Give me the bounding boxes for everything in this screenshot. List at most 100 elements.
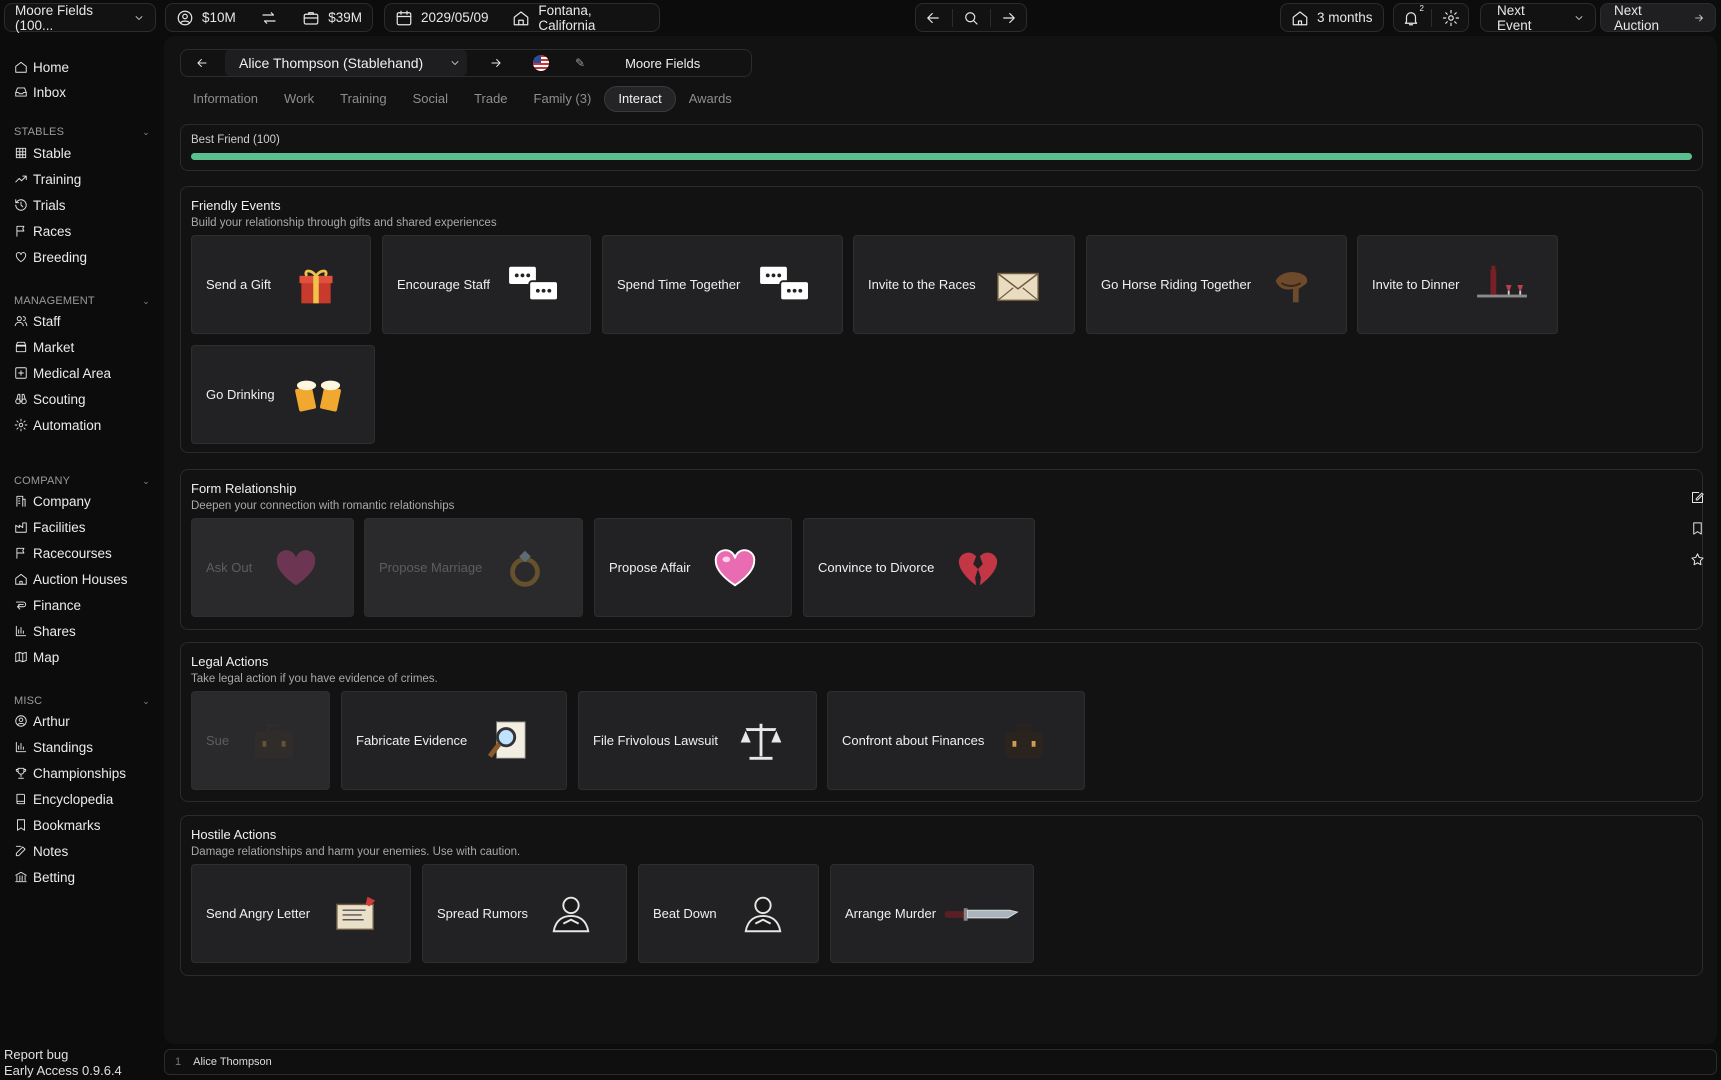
action-convince-to-divorce[interactable]: Convince to Divorce (803, 518, 1035, 617)
section-company[interactable]: COMPANY ⌄ (14, 474, 150, 488)
flag-icon (14, 224, 28, 238)
search-icon[interactable] (962, 9, 980, 27)
sidebar-item-races[interactable]: Races (14, 220, 71, 242)
edit-pencil-icon[interactable]: ✎ (575, 56, 585, 70)
tab-awards[interactable]: Awards (676, 86, 745, 112)
action-beat-down[interactable]: Beat Down (638, 864, 819, 963)
section-management[interactable]: MANAGEMENT ⌄ (14, 294, 150, 308)
sidebar-item-stable[interactable]: Stable (14, 142, 71, 164)
section-misc[interactable]: MISC ⌄ (14, 694, 150, 708)
transfer-icon (260, 9, 278, 27)
action-arrange-murder[interactable]: Arrange Murder (830, 864, 1034, 963)
edit-icon[interactable] (1690, 490, 1705, 505)
time-horizon-button[interactable]: 3 months (1280, 3, 1384, 32)
sidebar-item-map[interactable]: Map (14, 646, 59, 668)
back-arrow-icon[interactable] (195, 56, 209, 70)
sidebar-item-label: Medical Area (33, 365, 112, 381)
action-propose-affair[interactable]: Propose Affair (594, 518, 792, 617)
forward-arrow-icon[interactable] (489, 56, 503, 70)
next-event-button[interactable]: Next Event (1480, 3, 1596, 33)
action-fabricate-evidence[interactable]: Fabricate Evidence (341, 691, 567, 790)
action-label: Confront about Finances (842, 733, 985, 748)
gear-icon[interactable] (1442, 9, 1460, 27)
tab-family[interactable]: Family (3) (521, 86, 605, 112)
heart-icon (711, 544, 759, 592)
action-confront-about-finances[interactable]: Confront about Finances (827, 691, 1085, 790)
knife-icon (939, 890, 1023, 938)
sidebar-item-bookmarks[interactable]: Bookmarks (14, 814, 101, 836)
sidebar-item-breeding[interactable]: Breeding (14, 246, 87, 268)
sidebar-item-market[interactable]: Market (14, 336, 74, 358)
tab-social[interactable]: Social (400, 86, 461, 112)
company-selector[interactable]: Moore Fields (100... (4, 3, 156, 33)
sidebar-item-standings[interactable]: Standings (14, 736, 93, 758)
action-go-drinking[interactable]: Go Drinking (191, 345, 375, 444)
tab-work[interactable]: Work (271, 86, 327, 112)
tab-training[interactable]: Training (327, 86, 399, 112)
person-selector[interactable]: Alice Thompson (Stablehand) (225, 50, 467, 76)
legal-actions-card: Legal Actions Take legal action if you h… (180, 642, 1703, 802)
sidebar-item-inbox[interactable]: Inbox (14, 81, 66, 103)
sidebar-item-scouting[interactable]: Scouting (14, 388, 86, 410)
sidebar-item-notes[interactable]: Notes (14, 840, 68, 862)
sidebar-item-label: Encyclopedia (33, 791, 114, 807)
trend-up-icon (14, 172, 28, 186)
sidebar-item-label: Bookmarks (33, 817, 101, 833)
action-propose-marriage[interactable]: Propose Marriage (364, 518, 583, 617)
sidebar-item-finance[interactable]: Finance (14, 594, 81, 616)
sidebar-item-encyclopedia[interactable]: Encyclopedia (14, 788, 113, 810)
action-go-horse-riding-together[interactable]: Go Horse Riding Together (1086, 235, 1347, 334)
next-auction-button[interactable]: Next Auction (1600, 3, 1716, 33)
finance-summary[interactable]: $10M $39M (165, 3, 373, 32)
action-invite-to-the-races[interactable]: Invite to the Races (853, 235, 1075, 334)
action-invite-to-dinner[interactable]: Invite to Dinner (1357, 235, 1558, 334)
sidebar-item-company[interactable]: Company (14, 490, 91, 512)
sidebar-item-betting[interactable]: Betting (14, 866, 75, 888)
briefcase-icon (250, 717, 298, 765)
bell-icon[interactable]: 2 (1402, 4, 1424, 27)
bookmark-icon[interactable] (1690, 521, 1705, 536)
navigation-controls (915, 3, 1027, 32)
sidebar-item-label: Company (33, 493, 91, 509)
sidebar-item-facilities[interactable]: Facilities (14, 516, 86, 538)
action-spend-time-together[interactable]: Spend Time Together (602, 235, 843, 334)
action-sue[interactable]: Sue (191, 691, 330, 790)
person-silhouette-icon (739, 890, 787, 938)
action-spread-rumors[interactable]: Spread Rumors (422, 864, 627, 963)
sidebar-item-medical-area[interactable]: Medical Area (14, 362, 111, 384)
sidebar-item-trials[interactable]: Trials (14, 194, 66, 216)
sidebar-item-auction-houses[interactable]: Auction Houses (14, 568, 128, 590)
back-arrow-icon[interactable] (924, 9, 942, 27)
action-send-angry-letter[interactable]: Send Angry Letter (191, 864, 411, 963)
tab-information[interactable]: Information (180, 86, 271, 112)
sidebar-item-shares[interactable]: Shares (14, 620, 76, 642)
tab-trade[interactable]: Trade (461, 86, 520, 112)
employer-name[interactable]: Moore Fields (625, 56, 700, 71)
home-icon (14, 572, 28, 586)
action-file-frivolous-lawsuit[interactable]: File Frivolous Lawsuit (578, 691, 817, 790)
section-stables[interactable]: STABLES ⌄ (14, 125, 150, 139)
history-entry[interactable]: Alice Thompson (193, 1056, 272, 1068)
action-send-a-gift[interactable]: Send a Gift (191, 235, 371, 334)
sidebar-item-automation[interactable]: Automation (14, 414, 101, 436)
date-location[interactable]: 2029/05/09 Fontana, California (384, 3, 660, 33)
sidebar-item-training[interactable]: Training (14, 168, 81, 190)
right-rail (1686, 486, 1708, 592)
sidebar-item-championships[interactable]: Championships (14, 762, 126, 784)
forward-arrow-icon[interactable] (1000, 9, 1018, 27)
action-label: Propose Affair (609, 560, 691, 575)
sidebar-item-arthur[interactable]: Arthur (14, 710, 70, 732)
tab-interact[interactable]: Interact (604, 86, 676, 112)
action-ask-out[interactable]: Ask Out (191, 518, 354, 617)
action-label: Invite to the Races (868, 277, 976, 292)
action-encourage-staff[interactable]: Encourage Staff (382, 235, 591, 334)
star-icon[interactable] (1690, 552, 1705, 567)
assets-value: $39M (328, 10, 362, 25)
report-bug-link[interactable]: Report bug (4, 1047, 68, 1062)
sidebar-item-racecourses[interactable]: Racecourses (14, 542, 112, 564)
alerts-settings: 2 (1393, 3, 1469, 32)
chevron-down-icon (449, 57, 461, 69)
dinner-table-icon (1472, 261, 1532, 309)
sidebar-item-staff[interactable]: Staff (14, 310, 61, 332)
sidebar-item-home[interactable]: Home (14, 56, 69, 78)
